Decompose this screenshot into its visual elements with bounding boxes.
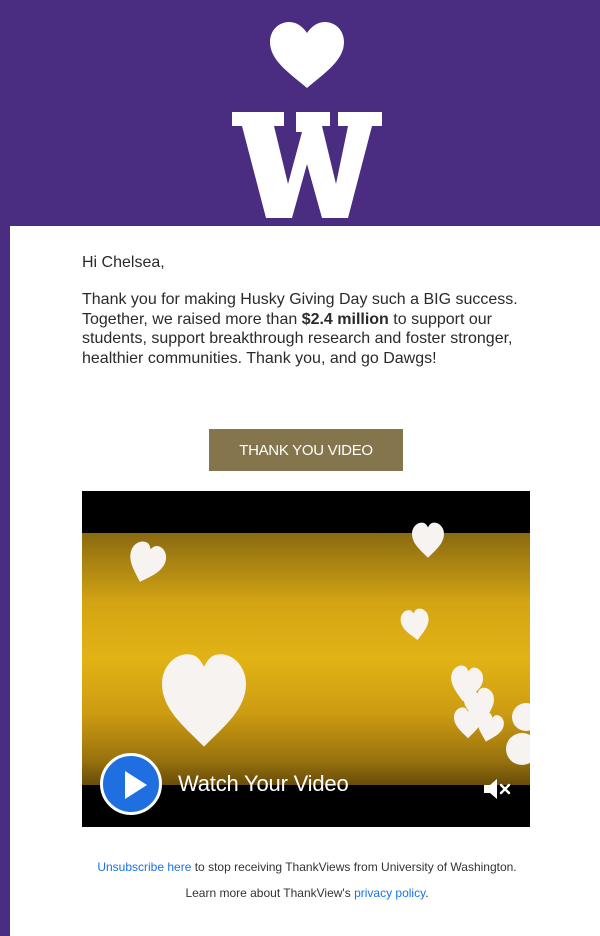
heart-icon	[412, 522, 444, 558]
mute-icon[interactable]	[482, 777, 512, 801]
footer-period: .	[425, 886, 429, 900]
amount-highlight: $2.4 million	[301, 310, 389, 328]
thank-you-video-button[interactable]: THANK YOU VIDEO	[209, 429, 403, 471]
email-body: Hi Chelsea, Thank you for making Husky G…	[10, 6, 600, 936]
heart-icon	[454, 707, 482, 739]
footer-text: Unsubscribe here to stop receiving Thank…	[82, 854, 532, 906]
greeting-text: Hi Chelsea,	[82, 254, 165, 271]
footer-notice: to stop receiving ThankViews from Univer…	[185, 860, 517, 900]
message-paragraph: Thank you for making Husky Giving Day su…	[82, 290, 532, 368]
privacy-policy-link[interactable]: privacy policy	[354, 886, 425, 900]
unsubscribe-link[interactable]: Unsubscribe here	[97, 860, 191, 874]
play-icon	[125, 771, 147, 799]
heart-icon	[162, 654, 246, 747]
university-w-logo	[232, 112, 382, 218]
heart-icon	[122, 538, 170, 588]
watch-video-label: Watch Your Video	[178, 771, 349, 796]
heart-icon	[399, 607, 432, 642]
heart-icon	[270, 22, 344, 88]
email-header	[10, 6, 600, 226]
play-button[interactable]	[100, 753, 162, 815]
video-player[interactable]: Watch Your Video	[82, 491, 530, 827]
